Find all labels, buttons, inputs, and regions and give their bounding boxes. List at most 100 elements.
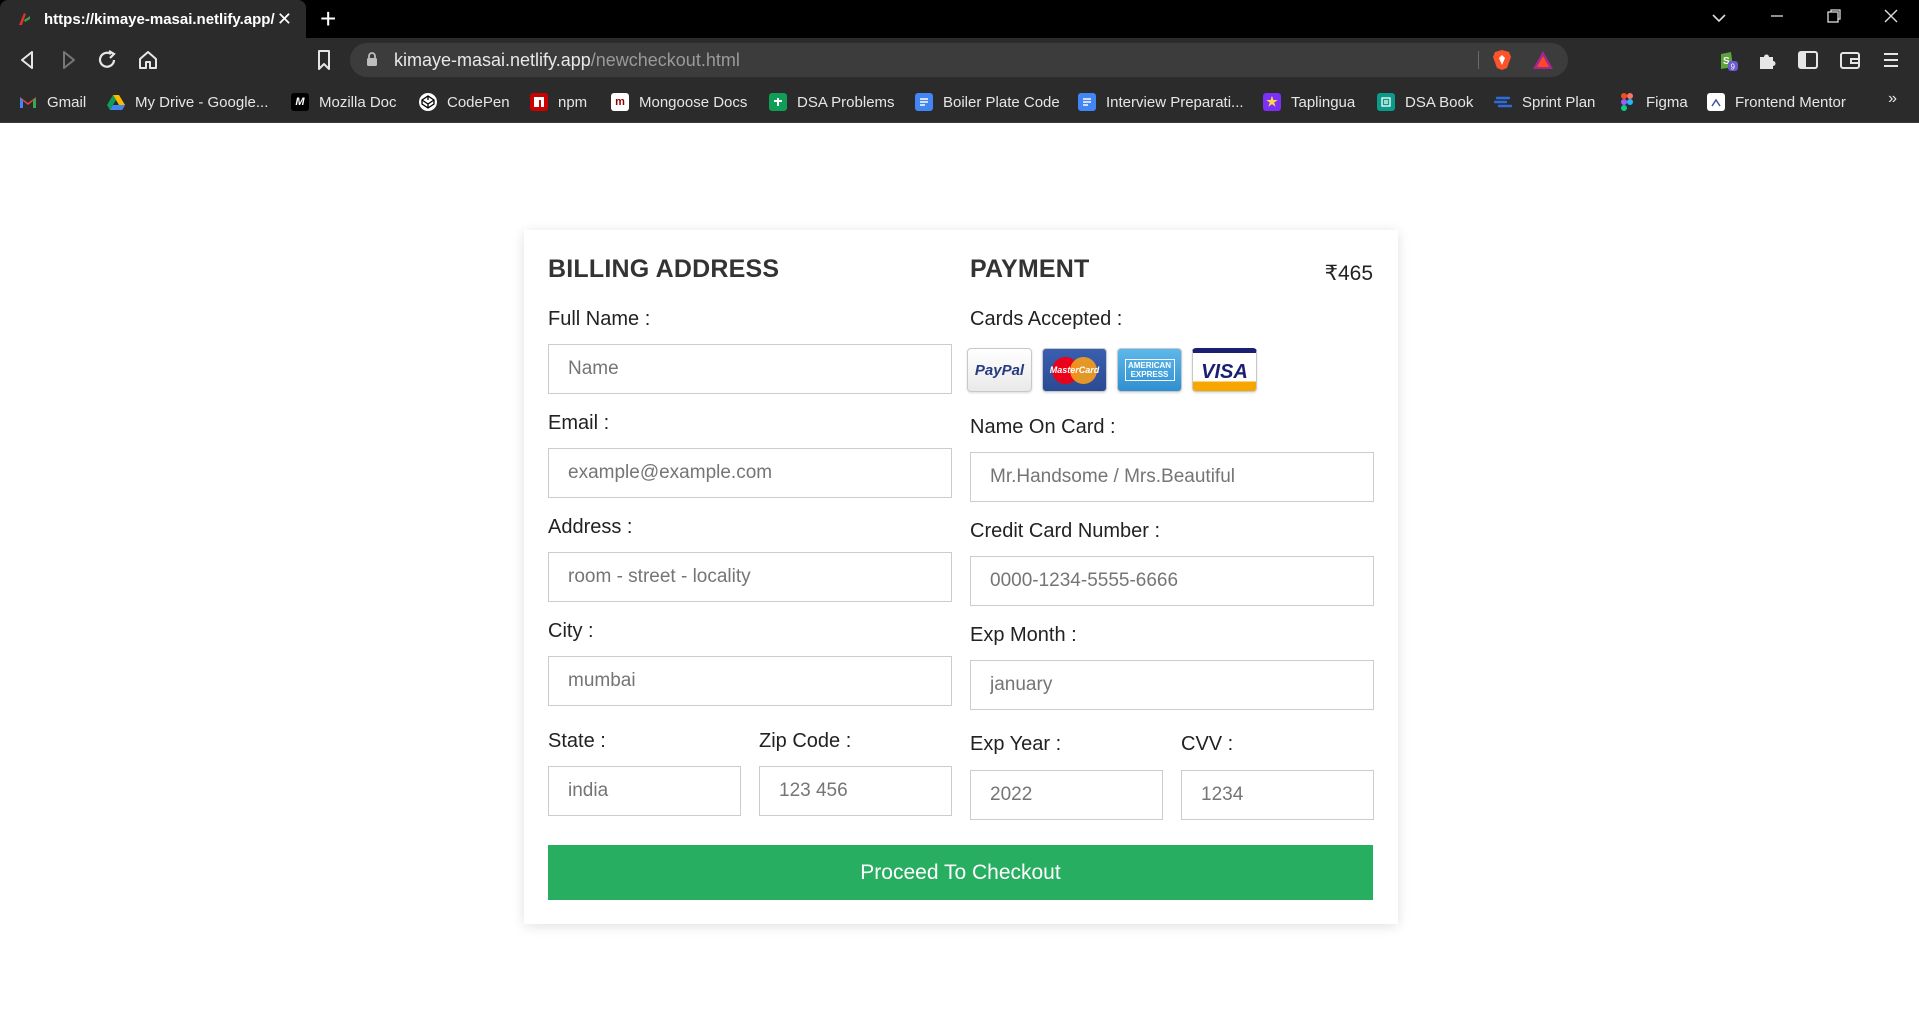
figma-icon: [1618, 93, 1636, 111]
zip-code-label: Zip Code :: [759, 730, 852, 752]
url-host: kimaye-masai.netlify.app: [394, 50, 591, 70]
lock-icon[interactable]: [366, 52, 378, 67]
accepted-cards: PayPal MasterCard AMERICAN EXPRESS VISA: [967, 348, 1257, 392]
bookmark-label: Taplingua: [1291, 93, 1356, 111]
name-on-card-label: Name On Card :: [970, 416, 1116, 438]
city-input[interactable]: [548, 656, 952, 706]
codepen-icon: [419, 93, 437, 111]
close-window-icon[interactable]: [1871, 6, 1911, 32]
sidebar-toggle-icon[interactable]: [1797, 49, 1819, 71]
bookmark-label: My Drive - Google...: [135, 93, 269, 111]
bookmark-figma[interactable]: Figma: [1618, 91, 1688, 113]
bookmark-frontend-mentor[interactable]: Frontend Mentor: [1707, 91, 1846, 113]
minimize-window-icon[interactable]: [1757, 6, 1797, 32]
city-label: City :: [548, 620, 594, 642]
address-label: Address :: [548, 516, 633, 538]
state-input[interactable]: [548, 766, 741, 816]
extension-badge: 9: [1731, 63, 1736, 72]
brave-shields-icon[interactable]: [1492, 49, 1512, 71]
exp-year-label: Exp Year :: [970, 733, 1062, 755]
exp-month-input[interactable]: [970, 660, 1374, 710]
bookmarks-bar: Gmail My Drive - Google... M Mozilla Doc…: [0, 82, 1919, 123]
paypal-icon: PayPal: [967, 348, 1032, 392]
restore-window-icon[interactable]: [1814, 6, 1854, 32]
bookmark-codepen[interactable]: CodePen: [419, 91, 510, 113]
extension-shopify-icon[interactable]: S 9: [1716, 49, 1738, 71]
mdn-icon: M: [291, 93, 309, 111]
cards-accepted-label: Cards Accepted :: [970, 308, 1123, 330]
bookmark-label: Gmail: [47, 93, 87, 111]
browser-toolbar: kimaye-masai.netlify.app/newcheckout.htm…: [0, 38, 1919, 82]
menu-icon[interactable]: [1880, 49, 1902, 71]
credit-card-number-input[interactable]: [970, 556, 1374, 606]
full-name-input[interactable]: [548, 344, 952, 394]
email-label: Email :: [548, 412, 610, 434]
bookmark-label: npm: [558, 93, 588, 111]
payment-title: PAYMENT: [970, 255, 1090, 283]
sprint-icon: [1494, 93, 1512, 111]
bookmark-label: Boiler Plate Code: [943, 93, 1060, 111]
card-name: AMERICAN EXPRESS: [1124, 359, 1175, 381]
bookmark-boiler-plate-code[interactable]: Boiler Plate Code: [915, 91, 1060, 113]
bookmark-label: DSA Book: [1405, 93, 1474, 111]
card-name: VISA: [1201, 360, 1248, 383]
card-name: MasterCard: [1049, 365, 1100, 375]
google-drive-icon: [107, 93, 125, 111]
bookmark-interview-preparation[interactable]: Interview Preparati...: [1078, 91, 1244, 113]
proceed-to-checkout-button[interactable]: Proceed To Checkout: [548, 845, 1373, 900]
docs-icon: [1078, 93, 1096, 111]
bookmark-dsa-book[interactable]: DSA Book: [1377, 91, 1473, 113]
bookmark-label: Figma: [1646, 93, 1688, 111]
url-divider: [1478, 51, 1479, 69]
credit-card-number-label: Credit Card Number :: [970, 520, 1161, 542]
bookmark-label: DSA Problems: [797, 93, 895, 111]
mongoose-icon: m: [611, 93, 629, 111]
exp-year-input[interactable]: [970, 770, 1163, 820]
url-path: /newcheckout.html: [590, 50, 740, 70]
bookmark-mozilla-doc[interactable]: M Mozilla Doc: [291, 91, 397, 113]
bookmark-page-icon[interactable]: [312, 49, 336, 71]
back-icon[interactable]: [16, 49, 40, 71]
wallet-icon[interactable]: [1839, 49, 1861, 71]
gmail-icon: [19, 93, 37, 111]
brave-rewards-icon[interactable]: [1532, 50, 1554, 70]
bookmark-label: Sprint Plan: [1522, 93, 1596, 111]
name-on-card-input[interactable]: [970, 452, 1374, 502]
book-icon: [1377, 93, 1395, 111]
exp-month-label: Exp Month :: [970, 624, 1077, 646]
checkout-form: BILLING ADDRESS Full Name : Email : Addr…: [524, 230, 1398, 924]
home-icon[interactable]: [136, 49, 160, 71]
tab-title: https://kimaye-masai.netlify.app/: [44, 10, 275, 28]
bookmark-my-drive[interactable]: My Drive - Google...: [107, 91, 268, 113]
browser-tab-active[interactable]: https://kimaye-masai.netlify.app/ ✕: [0, 0, 306, 38]
order-total: ₹465: [1324, 262, 1373, 285]
bookmark-taplingua[interactable]: ★ Taplingua: [1263, 91, 1355, 113]
address-bar[interactable]: kimaye-masai.netlify.app/newcheckout.htm…: [350, 43, 1568, 77]
tab-search-chevron-icon[interactable]: [1699, 6, 1739, 32]
bookmark-dsa-problems[interactable]: DSA Problems: [769, 91, 895, 113]
docs-icon: [915, 93, 933, 111]
zip-code-input[interactable]: [759, 766, 952, 816]
bookmark-npm[interactable]: npm: [530, 91, 587, 113]
reload-icon[interactable]: [96, 49, 120, 71]
email-input[interactable]: [548, 448, 952, 498]
new-tab-icon[interactable]: +: [320, 4, 336, 34]
bookmark-mongoose-docs[interactable]: m Mongoose Docs: [611, 91, 747, 113]
bookmark-sprint-plan[interactable]: Sprint Plan: [1494, 91, 1595, 113]
bookmark-label: Mongoose Docs: [639, 93, 748, 111]
address-input[interactable]: [548, 552, 952, 602]
browser-titlebar: https://kimaye-masai.netlify.app/ ✕ +: [0, 0, 1919, 38]
cvv-input[interactable]: [1181, 770, 1374, 820]
card-name: PayPal: [974, 361, 1025, 379]
bookmark-label: Frontend Mentor: [1735, 93, 1846, 111]
bookmark-gmail[interactable]: Gmail: [19, 91, 86, 113]
full-name-label: Full Name :: [548, 308, 651, 330]
extensions-puzzle-icon[interactable]: [1756, 49, 1778, 71]
visa-icon: VISA: [1192, 348, 1257, 392]
url-text[interactable]: kimaye-masai.netlify.app/newcheckout.htm…: [394, 50, 740, 71]
bookmark-label: Interview Preparati...: [1106, 93, 1244, 111]
star-icon: ★: [1263, 93, 1281, 111]
tab-close-icon[interactable]: ✕: [277, 9, 292, 29]
more-bookmarks-chevron-icon[interactable]: »: [1888, 90, 1897, 108]
forward-icon[interactable]: [56, 49, 80, 71]
